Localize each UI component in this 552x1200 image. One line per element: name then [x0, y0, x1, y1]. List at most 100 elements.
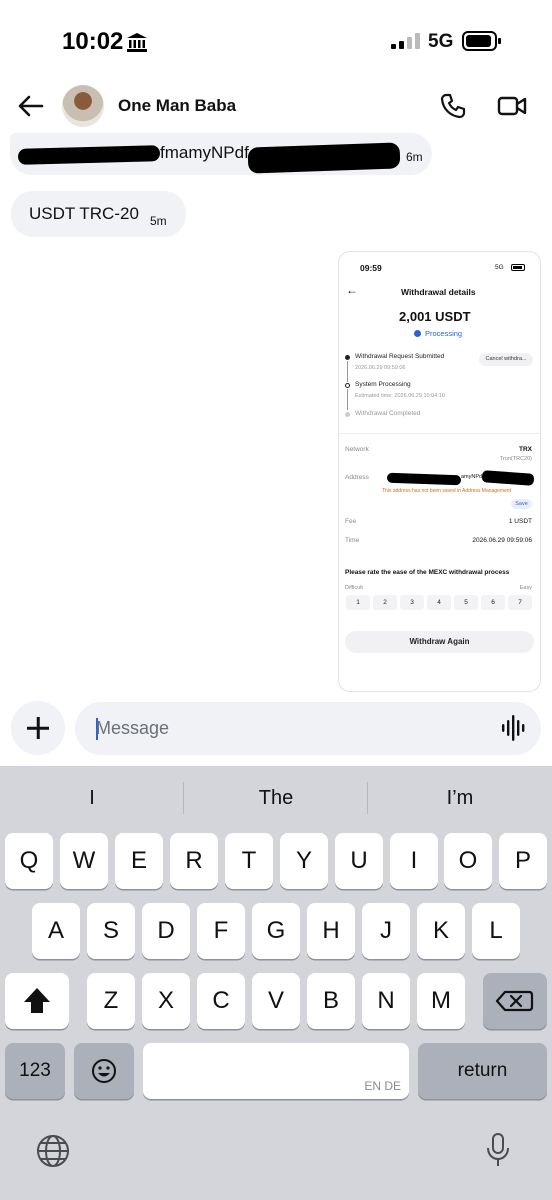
key-v[interactable]: V — [252, 973, 300, 1029]
key-u[interactable]: U — [335, 833, 383, 889]
suggestion-3[interactable]: I’m — [368, 787, 552, 810]
key-r[interactable]: R — [170, 833, 218, 889]
emoji-icon — [92, 1059, 116, 1083]
keyboard-language: EN DE — [364, 1079, 401, 1093]
redaction-mark — [17, 145, 161, 165]
shot-rating-option: 1 — [346, 595, 370, 610]
message-time: 5m — [150, 214, 167, 228]
key-b[interactable]: B — [307, 973, 355, 1029]
key-x[interactable]: X — [142, 973, 190, 1029]
key-m[interactable]: M — [417, 973, 465, 1029]
shot-network-sub: Tron(TRC20) — [499, 456, 532, 462]
suggestion-2[interactable]: The — [184, 787, 368, 810]
redaction-mark — [386, 472, 462, 486]
suggestion-1[interactable]: I — [0, 787, 184, 810]
shot-network-label: Network — [345, 446, 369, 453]
shift-key[interactable] — [5, 973, 69, 1029]
shot-rate-prompt: Please rate the ease of the MEXC withdra… — [345, 569, 510, 576]
key-o[interactable]: O — [444, 833, 492, 889]
key-y[interactable]: Y — [280, 833, 328, 889]
key-f[interactable]: F — [197, 903, 245, 959]
shot-step-sub: Estimated time: 2026.06.29 10:04:10 — [355, 393, 445, 399]
shot-address-fragment: amyNPd — [461, 474, 483, 480]
network-type: 5G — [428, 31, 454, 52]
shot-fee-value: 1 USDT — [508, 518, 532, 525]
status-bar: 10:02 5G — [0, 0, 552, 80]
shot-step-line — [347, 361, 348, 382]
key-n[interactable]: N — [362, 973, 410, 1029]
voice-message-icon[interactable] — [501, 714, 527, 742]
shot-title: Withdrawal details — [401, 287, 476, 297]
redaction-mark — [247, 142, 401, 174]
shot-amount: 2,001 USDT — [399, 309, 471, 324]
return-key[interactable]: return — [418, 1043, 547, 1099]
shift-arrow-icon — [24, 988, 50, 1013]
key-s[interactable]: S — [87, 903, 135, 959]
key-e[interactable]: E — [115, 833, 163, 889]
key-k[interactable]: K — [417, 903, 465, 959]
key-p[interactable]: P — [499, 833, 547, 889]
shot-rating-option: 7 — [508, 595, 532, 610]
video-call-icon[interactable] — [497, 94, 527, 118]
key-i[interactable]: I — [390, 833, 438, 889]
key-a[interactable]: A — [32, 903, 80, 959]
shot-save-button: Save — [511, 499, 532, 509]
shot-step-title: System Processing — [355, 381, 411, 388]
contact-name[interactable]: One Man Baba — [118, 96, 236, 116]
key-d[interactable]: D — [142, 903, 190, 959]
backspace-icon — [495, 990, 534, 1012]
message-bubble-usdt[interactable]: USDT TRC-20 5m — [11, 191, 186, 237]
shot-status: Processing — [425, 329, 463, 338]
phone-call-icon[interactable] — [440, 93, 466, 119]
message-text: USDT TRC-20 — [29, 204, 139, 223]
emoji-key[interactable] — [74, 1043, 134, 1099]
battery-icon — [462, 31, 501, 51]
key-j[interactable]: J — [362, 903, 410, 959]
shot-step-dot — [345, 355, 350, 360]
bank-icon — [127, 33, 147, 52]
image-message-withdrawal-screenshot[interactable]: 09:59 5G ← Withdrawal details 2,001 USDT… — [338, 251, 541, 692]
redaction-mark — [481, 470, 535, 486]
shot-rating-option: 5 — [454, 595, 478, 610]
shot-rating-option: 3 — [400, 595, 424, 610]
message-text: fmamyNPdf — [160, 143, 249, 162]
shot-battery-icon — [511, 264, 525, 271]
key-z[interactable]: Z — [87, 973, 135, 1029]
shot-cancel-button: Cancel withdra... — [479, 353, 533, 366]
shot-network-value: TRX — [519, 446, 532, 453]
shot-rating-option: 4 — [427, 595, 451, 610]
shot-rating-option: 6 — [481, 595, 505, 610]
globe-icon[interactable] — [36, 1134, 70, 1168]
shot-address-label: Address — [345, 474, 369, 481]
space-key[interactable]: EN DE — [143, 1043, 409, 1099]
message-bubble-address[interactable]: fmamyNPdf 6m — [10, 133, 432, 175]
microphone-icon[interactable] — [486, 1132, 510, 1168]
shot-step-line — [347, 389, 348, 410]
key-h[interactable]: H — [307, 903, 355, 959]
key-w[interactable]: W — [60, 833, 108, 889]
shot-status-time: 09:59 — [360, 263, 382, 273]
contact-avatar[interactable] — [62, 85, 104, 127]
message-time: 6m — [406, 150, 423, 164]
back-arrow-icon[interactable] — [18, 93, 44, 119]
shot-step-dot — [345, 383, 350, 388]
shot-address-warning: This address has not been saved in Addre… — [382, 488, 511, 494]
key-l[interactable]: L — [472, 903, 520, 959]
key-g[interactable]: G — [252, 903, 300, 959]
shot-step-title: Withdrawal Request Submitted — [355, 353, 445, 360]
shot-fee-label: Fee — [345, 518, 357, 525]
key-q[interactable]: Q — [5, 833, 53, 889]
delete-key[interactable] — [483, 973, 547, 1029]
shot-difficult-label: Difficult — [345, 585, 363, 591]
key-c[interactable]: C — [197, 973, 245, 1029]
message-placeholder: Message — [96, 718, 170, 738]
numbers-key[interactable]: 123 — [5, 1043, 65, 1099]
shot-divider — [339, 433, 540, 434]
add-attachment-button[interactable] — [11, 701, 65, 755]
key-t[interactable]: T — [225, 833, 273, 889]
shot-time-value: 2026.06.29 09:59:06 — [472, 537, 532, 544]
shot-time-label: Time — [345, 537, 360, 544]
shot-network: 5G — [495, 264, 504, 271]
shot-back-arrow-icon: ← — [346, 283, 358, 297]
status-time: 10:02 — [62, 28, 124, 55]
